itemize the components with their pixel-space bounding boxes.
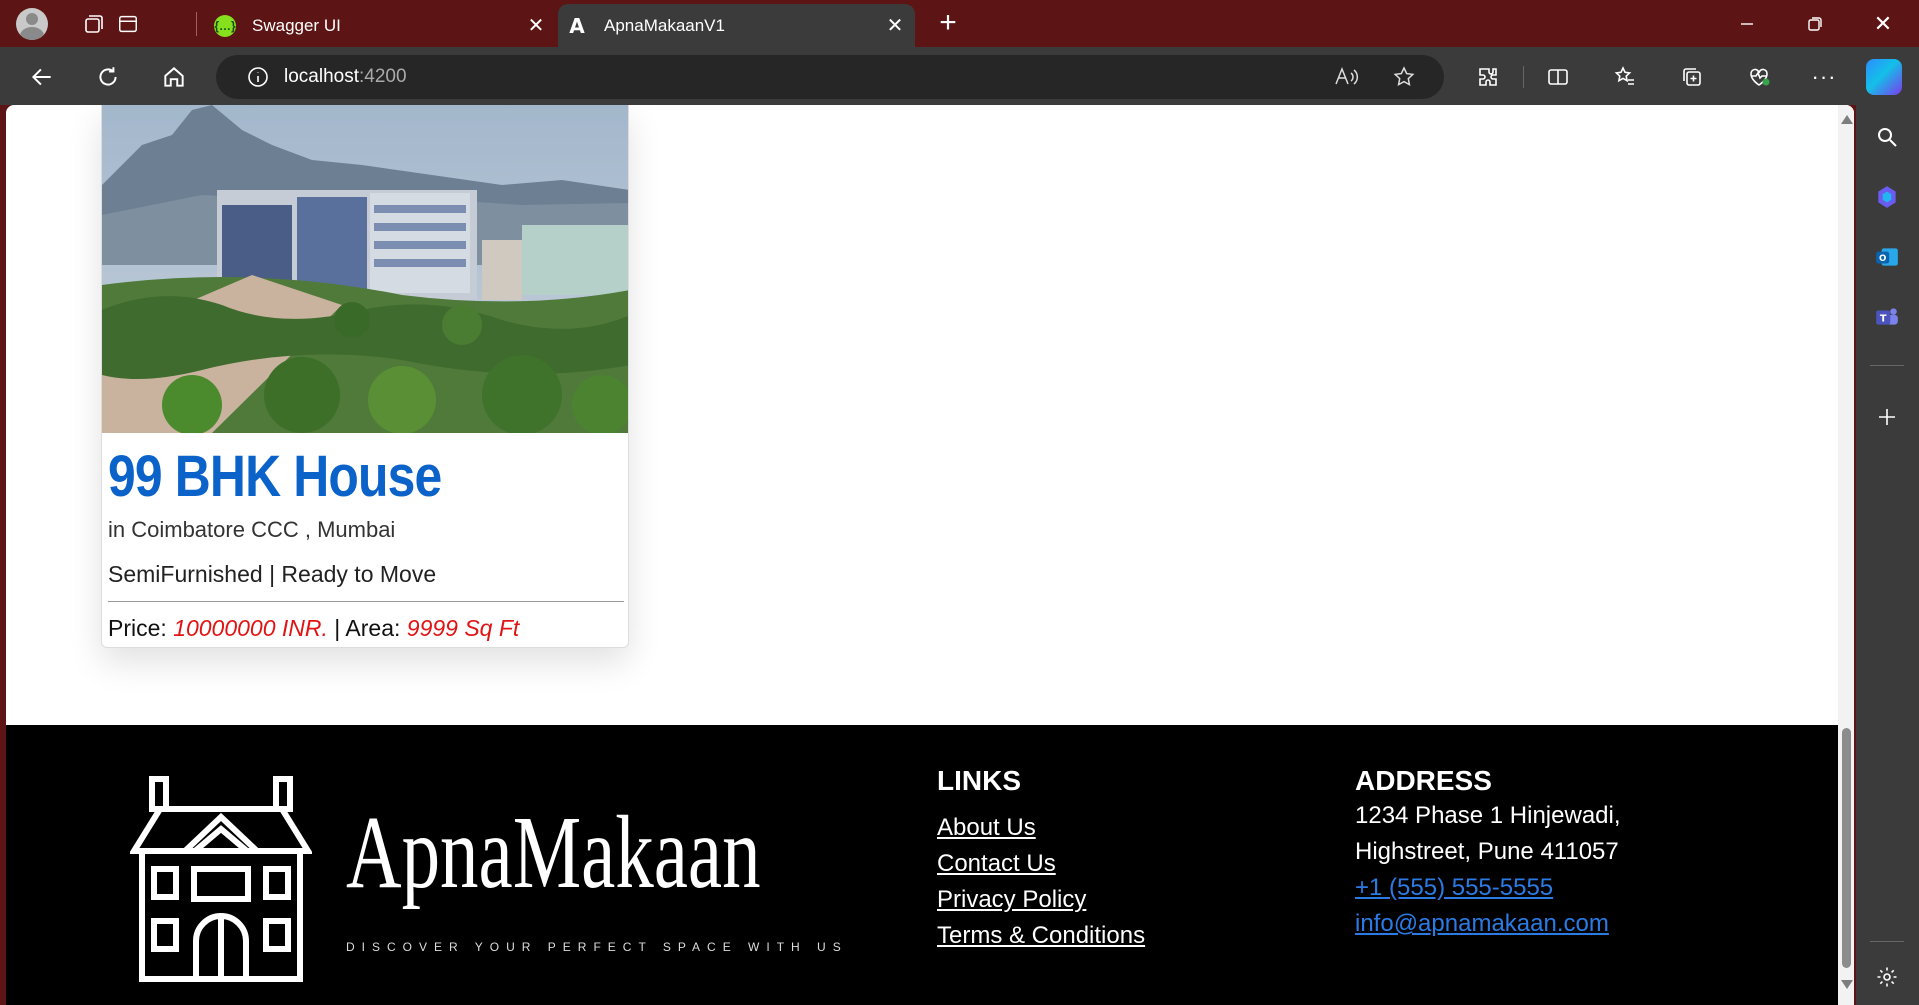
teams-icon[interactable]: T: [1870, 300, 1904, 334]
copilot-icon[interactable]: [1866, 59, 1902, 95]
browser-essentials-icon[interactable]: [1739, 57, 1779, 97]
collections-icon[interactable]: [1672, 57, 1712, 97]
url-port: :4200: [359, 66, 407, 87]
close-tab-icon[interactable]: ✕: [879, 13, 911, 38]
sidebar-settings-gear-icon[interactable]: [1870, 960, 1904, 994]
url-host: localhost: [284, 66, 359, 87]
tabstrip-divider: [196, 12, 197, 36]
price-area-row: Price: 10000000 INR. | Area: 9999 Sq Ft: [108, 615, 519, 642]
address-bar[interactable]: localhost:4200: [216, 55, 1444, 99]
footer-link-terms-conditions[interactable]: Terms & Conditions: [937, 922, 1145, 950]
settings-more-icon[interactable]: ···: [1804, 57, 1844, 97]
email-link[interactable]: info@apnamakaan.com: [1355, 910, 1609, 938]
sidebar-divider: [1870, 365, 1904, 366]
scrollbar-thumb[interactable]: [1842, 728, 1851, 968]
copilot-sidebar-icon[interactable]: [1870, 180, 1904, 214]
new-tab-button[interactable]: +: [930, 6, 966, 42]
page-viewport: 99 BHK House in Coimbatore CCC , Mumbai …: [6, 105, 1854, 1005]
search-icon[interactable]: [1870, 120, 1904, 154]
scroll-down-arrow-icon[interactable]: [1841, 980, 1853, 989]
tab-apnamakaan[interactable]: A ApnaMakaanV1 ✕: [558, 4, 915, 47]
scroll-up-arrow-icon[interactable]: [1841, 115, 1853, 124]
property-status: SemiFurnished | Ready to Move: [108, 561, 437, 587]
property-photo: [102, 105, 628, 433]
avatar-icon: [16, 8, 48, 40]
tab-swagger-ui[interactable]: {…} Swagger UI ✕: [206, 4, 556, 47]
close-window-button[interactable]: ✕: [1849, 0, 1917, 47]
address-line-2: Highstreet, Pune 411057: [1355, 838, 1619, 865]
edge-sidebar: O T: [1856, 105, 1919, 1005]
price-value: 10000000 INR.: [173, 615, 328, 641]
close-tab-icon[interactable]: ✕: [520, 13, 552, 38]
profile-avatar-button[interactable]: [14, 6, 50, 42]
footer-link-contact-us[interactable]: Contact Us: [937, 850, 1056, 878]
address-line-1: 1234 Phase 1 Hinjewadi,: [1355, 802, 1621, 829]
favorites-icon[interactable]: [1605, 57, 1645, 97]
brand-tagline: DISCOVER YOUR PERFECT SPACE WITH US: [346, 940, 848, 954]
tab-title: Swagger UI: [252, 15, 341, 35]
tab-actions-icon[interactable]: [110, 6, 146, 42]
area-value: 9999 Sq Ft: [406, 615, 520, 641]
property-title[interactable]: 99 BHK House: [108, 443, 442, 510]
angular-icon: A: [569, 13, 585, 38]
house-logo-icon: [130, 776, 312, 982]
footer-link-privacy-policy[interactable]: Privacy Policy: [937, 886, 1086, 914]
site-footer: ApnaMakaan DISCOVER YOUR PERFECT SPACE W…: [6, 725, 1838, 1005]
add-sidebar-app-icon[interactable]: [1870, 400, 1904, 434]
price-label: Price:: [108, 615, 174, 641]
toolbar-divider: [1523, 66, 1524, 88]
card-divider: [108, 601, 624, 602]
phone-link[interactable]: +1 (555) 555-5555: [1355, 874, 1553, 902]
area-label: | Area:: [327, 615, 407, 641]
property-card[interactable]: 99 BHK House in Coimbatore CCC , Mumbai …: [101, 105, 629, 648]
refresh-button[interactable]: [88, 57, 128, 97]
footer-link-about-us[interactable]: About Us: [937, 814, 1036, 842]
restore-button[interactable]: [1781, 0, 1849, 47]
brand-logo-text: ApnaMakaan: [346, 795, 761, 910]
swagger-icon: {…}: [214, 14, 236, 37]
extensions-icon[interactable]: [1468, 57, 1508, 97]
svg-text:T: T: [1880, 313, 1887, 324]
workspaces-icon[interactable]: [76, 6, 112, 42]
minimize-button[interactable]: [1713, 0, 1781, 47]
outlook-icon[interactable]: O: [1870, 240, 1904, 274]
sidebar-divider: [1870, 941, 1904, 942]
read-aloud-icon[interactable]: [1326, 57, 1366, 97]
site-info-icon[interactable]: [236, 55, 280, 99]
svg-text:O: O: [1879, 254, 1886, 264]
browser-toolbar: localhost:4200 ···: [0, 47, 1919, 105]
tab-title: ApnaMakaanV1: [604, 15, 725, 35]
links-heading: LINKS: [937, 765, 1021, 796]
split-screen-icon[interactable]: [1538, 57, 1578, 97]
favorite-star-icon[interactable]: [1384, 57, 1424, 97]
property-location: in Coimbatore CCC , Mumbai: [108, 517, 396, 542]
back-button[interactable]: [22, 57, 62, 97]
url-text[interactable]: localhost:4200: [284, 66, 407, 88]
tab-strip: {…} Swagger UI ✕ A ApnaMakaanV1 ✕ + ✕: [0, 0, 1919, 47]
home-button[interactable]: [154, 57, 194, 97]
address-heading: ADDRESS: [1355, 765, 1492, 796]
